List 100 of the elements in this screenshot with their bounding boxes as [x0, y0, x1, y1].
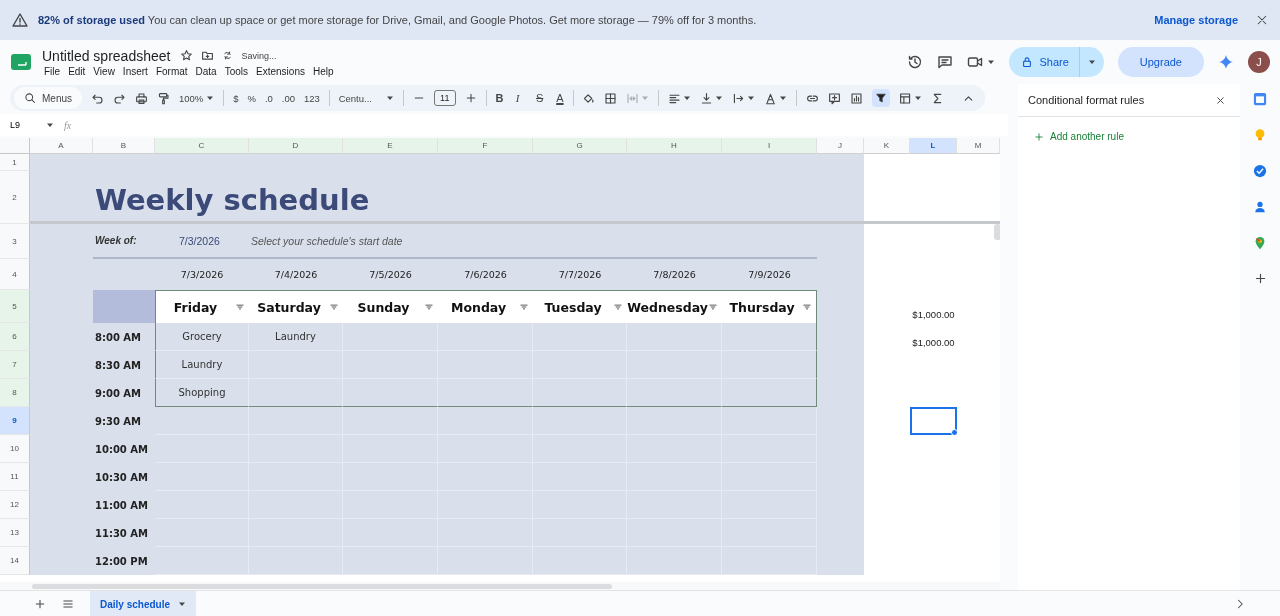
font-select[interactable]: Centu...	[338, 92, 394, 104]
sheet-cell[interactable]: 7/5/2026	[343, 259, 438, 290]
sheet-cell[interactable]: Select your schedule's start date	[249, 224, 817, 259]
history-icon[interactable]	[907, 54, 924, 70]
sheet-cell[interactable]: 7/3/2026	[155, 259, 249, 290]
italic-button[interactable]: I	[515, 92, 527, 104]
sheet-cell[interactable]: 7/8/2026	[627, 259, 722, 290]
zoom-select[interactable]: 100%	[179, 92, 215, 104]
menu-item[interactable]: View	[89, 65, 119, 77]
sheet-cell[interactable]	[722, 351, 817, 379]
sheet-cell[interactable]: 8:00 AM	[93, 323, 155, 351]
sheet-tab[interactable]: Daily schedule	[90, 591, 197, 616]
caret-icon[interactable]	[913, 94, 922, 102]
column-header[interactable]: K	[864, 138, 910, 154]
column-header[interactable]: A	[30, 138, 93, 154]
sheet-cell[interactable]: 9:00 AM	[93, 379, 155, 407]
column-header[interactable]: C	[155, 138, 249, 154]
document-title[interactable]: Untitled spreadsheet	[40, 47, 173, 64]
row-header[interactable]: 9	[0, 407, 30, 435]
filter-icon[interactable]	[424, 302, 434, 312]
filter-icon[interactable]	[519, 302, 529, 312]
user-avatar[interactable]: J	[1248, 51, 1270, 73]
menu-item[interactable]: Extensions	[252, 65, 309, 77]
menu-search[interactable]: Menus	[14, 87, 82, 109]
row-header[interactable]: 4	[0, 259, 30, 290]
sheet-cell[interactable]: 7/9/2026	[722, 259, 817, 290]
filter-icon[interactable]	[329, 302, 339, 312]
sheet-cell[interactable]: Shopping	[155, 379, 249, 407]
row-header[interactable]: 13	[0, 519, 30, 547]
video-icon[interactable]	[967, 54, 984, 70]
menu-item[interactable]: File	[40, 65, 65, 77]
filter-icon[interactable]	[235, 302, 245, 312]
plus-icon[interactable]	[1253, 272, 1267, 285]
name-box[interactable]: L9	[10, 120, 54, 130]
text-wrap-icon[interactable]	[732, 91, 746, 105]
vertical-align-icon[interactable]	[700, 91, 714, 105]
row-header[interactable]: 12	[0, 491, 30, 519]
add-comment-icon[interactable]	[827, 91, 841, 105]
column-header[interactable]: F	[438, 138, 533, 154]
menu-item[interactable]: Help	[308, 65, 338, 77]
row-header[interactable]: 3	[0, 224, 30, 259]
column-header[interactable]: G	[533, 138, 627, 154]
text-color-button[interactable]: A	[556, 92, 564, 104]
sheet-cell[interactable]	[93, 290, 155, 323]
upgrade-button[interactable]: Upgrade	[1117, 47, 1204, 77]
caret-icon[interactable]	[715, 94, 724, 102]
sheet-cell[interactable]: 9:30 AM	[93, 407, 155, 435]
manage-storage-link[interactable]: Manage storage	[1146, 14, 1246, 26]
row-header[interactable]: 1	[0, 154, 30, 171]
column-header[interactable]: D	[249, 138, 343, 154]
caret-icon[interactable]	[206, 94, 215, 102]
paint-format-icon[interactable]	[157, 91, 170, 105]
sheet-cell[interactable]: Thursday	[722, 290, 817, 323]
sheet-cell[interactable]: 11:00 AM	[93, 491, 155, 519]
folder-icon[interactable]	[201, 49, 215, 62]
sheet-cell[interactable]: 12:00 PM	[93, 547, 155, 575]
sheet-cell[interactable]: 10:00 AM	[93, 435, 155, 463]
sheet-cell[interactable]: Grocery	[155, 323, 249, 351]
column-header[interactable]: L	[910, 138, 957, 154]
caret-icon[interactable]	[385, 94, 394, 102]
sheet-cell[interactable]	[817, 547, 864, 575]
sparkle-icon[interactable]	[1218, 54, 1234, 70]
sheet-cell[interactable]: 11:30 AM	[93, 519, 155, 547]
sheet-cell[interactable]: 7/6/2026	[438, 259, 533, 290]
close-icon[interactable]	[1256, 14, 1268, 26]
check-circle-icon[interactable]	[1253, 164, 1267, 178]
sheets-logo-icon[interactable]	[10, 51, 32, 73]
menu-item[interactable]: Tools	[220, 65, 253, 77]
caret-icon[interactable]	[46, 121, 54, 129]
menu-item[interactable]: Format	[151, 65, 192, 77]
row-header[interactable]: 6	[0, 323, 30, 351]
comment-icon[interactable]	[937, 54, 954, 70]
row-header[interactable]: 2	[0, 171, 30, 224]
menu-icon[interactable]	[62, 598, 74, 610]
column-header[interactable]: E	[343, 138, 438, 154]
row-header[interactable]: 10	[0, 435, 30, 463]
sheet-cell[interactable]	[0, 138, 30, 154]
chart-icon[interactable]	[849, 91, 863, 105]
sheet-cell[interactable]: Week of:	[93, 224, 155, 259]
menu-item[interactable]: Data	[191, 65, 221, 77]
sheet-cell[interactable]: 7/7/2026	[533, 259, 627, 290]
percent-format-button[interactable]: %	[247, 92, 256, 104]
row-header[interactable]: 8	[0, 379, 30, 407]
lightbulb-icon[interactable]	[1253, 128, 1267, 142]
sheet-cell[interactable]: 10:30 AM	[93, 463, 155, 491]
filter-icon[interactable]	[802, 302, 812, 312]
column-header[interactable]: B	[93, 138, 155, 154]
close-panel-button[interactable]	[1215, 94, 1226, 106]
text-rotation-icon[interactable]	[764, 91, 778, 105]
strikethrough-button[interactable]: S	[536, 92, 548, 104]
week-date[interactable]: 7/3/2026	[155, 234, 220, 247]
increase-decimal-button[interactable]: .00	[281, 92, 296, 104]
add-sheet-icon[interactable]	[34, 598, 46, 610]
sheet-cell[interactable]: Friday	[155, 290, 249, 323]
add-rule-button[interactable]: Add another rule	[1018, 117, 1240, 156]
row-header[interactable]: 11	[0, 463, 30, 491]
map-pin-icon[interactable]	[1253, 236, 1267, 250]
caret-icon[interactable]	[987, 58, 996, 66]
currency-format-button[interactable]: $	[233, 92, 239, 104]
sheet-cell[interactable]: 7/3/2026	[155, 224, 249, 259]
